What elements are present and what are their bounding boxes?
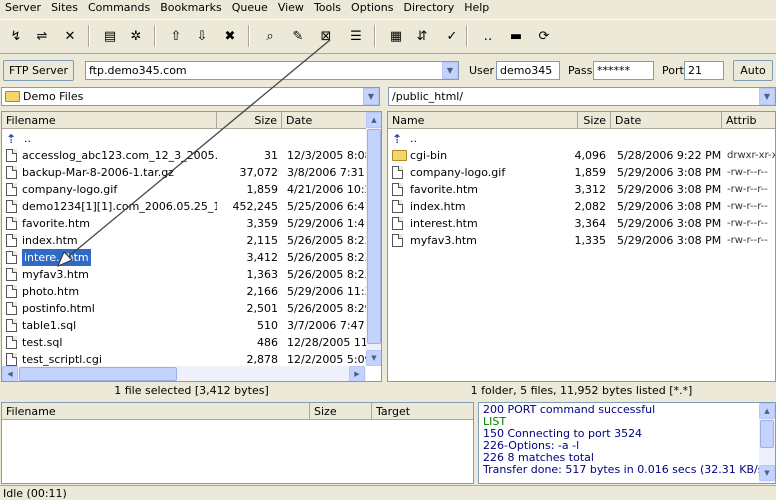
annotation-arrow <box>57 39 331 267</box>
